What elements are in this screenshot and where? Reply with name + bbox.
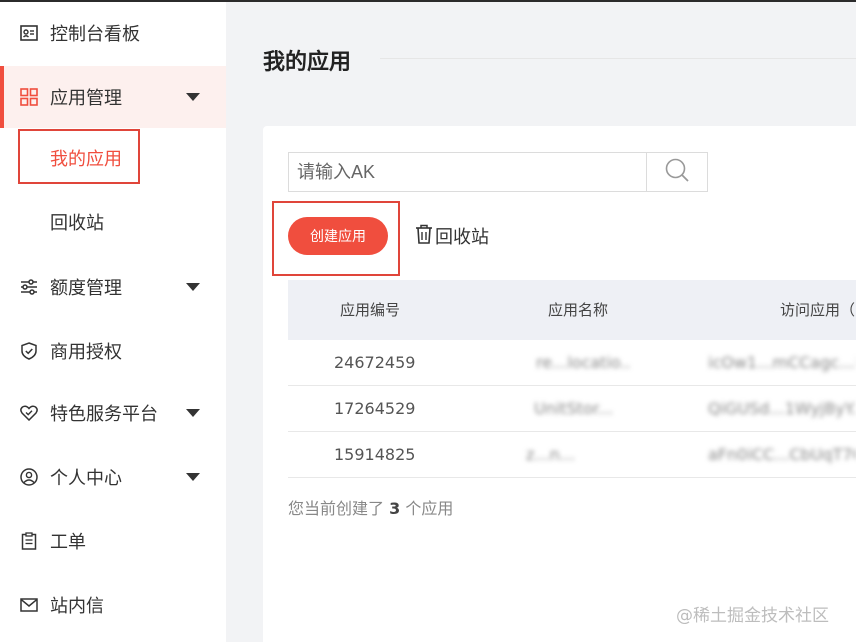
- chevron-down-icon: [186, 93, 200, 101]
- sidebar-item-dashboard[interactable]: 控制台看板: [0, 2, 226, 64]
- sidebar-item-label: 额度管理: [50, 278, 122, 299]
- mail-icon: [18, 594, 40, 616]
- sidebar-subitem-recycle-bin[interactable]: 回收站: [0, 194, 226, 250]
- sidebar-item-label: 商用授权: [50, 342, 122, 363]
- sidebar-subitem-my-apps[interactable]: 我的应用: [0, 130, 226, 186]
- search-box: [288, 152, 708, 192]
- cell-app-name: UnitStor...: [534, 399, 614, 418]
- count-prefix: 您当前创建了: [288, 499, 385, 518]
- sidebar-item-commercial-license[interactable]: 商用授权: [0, 320, 226, 382]
- sidebar-item-label: 站内信: [50, 596, 104, 617]
- sidebar-item-label: 特色服务平台: [50, 404, 158, 425]
- dashboard-card-icon: [18, 22, 40, 44]
- table-row[interactable]: 15914825 z...n... aFn0iCC...CbUqT7C: [288, 432, 856, 478]
- sidebar-item-label: 个人中心: [50, 468, 122, 489]
- cell-app-id: 17264529: [334, 399, 416, 418]
- column-header-ak: 访问应用（: [780, 301, 856, 319]
- count-number: 3: [389, 499, 401, 518]
- cell-app-id: 15914825: [334, 445, 416, 464]
- clipboard-icon: [18, 530, 40, 552]
- search-button[interactable]: [646, 153, 707, 191]
- watermark: @稀土掘金技术社区: [676, 606, 829, 626]
- cell-app-ak: icOw1...mCCagc...Hj: [708, 353, 856, 372]
- chevron-down-icon: [186, 283, 200, 291]
- user-circle-icon: [18, 466, 40, 488]
- active-indicator: [0, 66, 4, 128]
- divider: [380, 58, 856, 59]
- sidebar-subitem-label: 回收站: [50, 213, 104, 234]
- count-suffix: 个应用: [405, 499, 454, 518]
- search-icon: [664, 157, 690, 187]
- table-row[interactable]: 17264529 UnitStor... QiGUSd...1WyjByY...: [288, 386, 856, 432]
- sidebar-item-app-management[interactable]: 应用管理: [0, 66, 226, 128]
- sidebar-item-label: 工单: [50, 532, 86, 553]
- page-title: 我的应用: [263, 50, 352, 75]
- table-header: 应用编号 应用名称 访问应用（: [288, 280, 856, 340]
- sidebar-item-tickets[interactable]: 工单: [0, 510, 226, 572]
- recycle-bin-link[interactable]: 回收站: [415, 222, 489, 250]
- search-input[interactable]: [289, 153, 647, 191]
- cell-app-name: z...n...: [526, 445, 576, 464]
- cell-app-ak: QiGUSd...1WyjByY...: [708, 399, 856, 418]
- sidebar-item-label: 应用管理: [50, 88, 122, 109]
- sidebar-item-personal-center[interactable]: 个人中心: [0, 446, 226, 508]
- sidebar-item-messages[interactable]: 站内信: [0, 574, 226, 636]
- app-count-summary: 您当前创建了 3 个应用: [288, 495, 453, 519]
- column-header-name: 应用名称: [548, 301, 609, 319]
- create-app-button[interactable]: 创建应用: [288, 217, 388, 255]
- trash-icon: [415, 224, 433, 249]
- grid-apps-icon: [18, 86, 40, 108]
- shield-check-icon: [18, 340, 40, 362]
- sidebar-item-quota[interactable]: 额度管理: [0, 256, 226, 318]
- chevron-down-icon: [186, 473, 200, 481]
- table-row[interactable]: 24672459 re...locatio... icOw1...mCCagc.…: [288, 340, 856, 386]
- column-header-id: 应用编号: [340, 301, 401, 319]
- cell-app-name: re...locatio...: [536, 353, 632, 372]
- cell-app-id: 24672459: [334, 353, 416, 372]
- sliders-icon: [18, 276, 40, 298]
- heart-check-icon: [18, 402, 40, 424]
- sidebar-item-featured-services[interactable]: 特色服务平台: [0, 382, 226, 444]
- sidebar-item-label: 控制台看板: [50, 24, 140, 45]
- sidebar: 控制台看板 应用管理 我的应用 回收站 额度管理 商用授权 特色服务平台 个人中…: [0, 2, 226, 642]
- recycle-bin-label: 回收站: [435, 227, 489, 248]
- chevron-down-icon: [186, 409, 200, 417]
- sidebar-subitem-label: 我的应用: [50, 149, 122, 170]
- cell-app-ak: aFn0iCC...CbUqT7C: [708, 445, 856, 464]
